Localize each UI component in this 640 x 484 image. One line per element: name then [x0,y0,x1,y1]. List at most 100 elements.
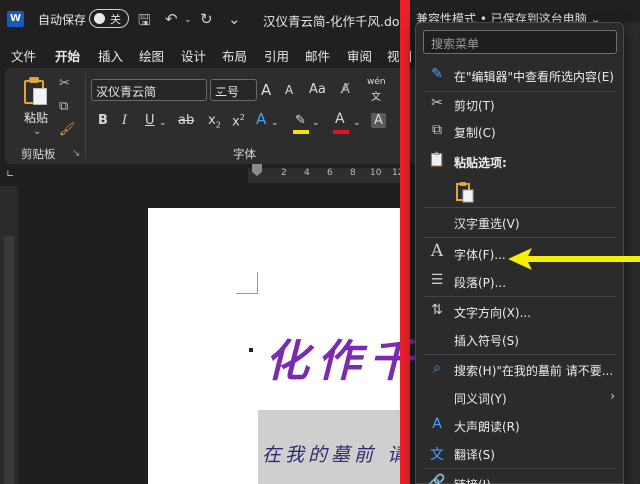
font-size-select[interactable]: 二号 ⌄ [210,79,257,101]
font-color-button[interactable]: A [335,111,345,127]
chevron-down-icon: ⌄ [96,83,107,97]
menu-item-translate[interactable]: 文 翻译(S) [416,439,623,467]
tab-mailings[interactable]: 邮件 [305,46,330,65]
format-painter-icon[interactable]: 🖌 [59,122,76,137]
tab-home[interactable]: 开始 [55,46,80,71]
editor-pen-icon: ✎ [431,66,443,82]
clipboard-page [33,88,47,105]
tab-insert[interactable]: 插入 [98,46,123,65]
font-group-label: 字体 [233,147,256,161]
menu-item-label: 同义词(Y) [454,392,507,406]
strikethrough-button[interactable]: ab [178,113,194,128]
autosave-toggle[interactable]: 关 [89,9,129,28]
paste-dropdown-icon[interactable]: ⌄ [33,126,41,137]
menu-item-cut[interactable]: ✂ 剪切(T) [416,90,623,118]
text-effects-dropdown-icon[interactable]: ⌄ [271,118,279,128]
bold-button[interactable]: B [98,113,108,128]
shrink-font-icon[interactable]: A [285,83,293,97]
char-shading-button[interactable]: A [371,113,386,128]
highlight-icon[interactable]: ✎ [295,113,306,128]
cut-icon: ✂ [431,95,443,111]
menu-search-placeholder: 搜索菜单 [431,37,480,51]
document-title-text[interactable]: 化作千 [265,325,421,389]
ruler-track[interactable]: 2 4 6 8 10 12 [248,168,408,183]
menu-item-search[interactable]: ⌕ 搜索(H)"在我的墓前 请不要... [416,355,623,383]
menu-item-label: 链接(I) [454,476,491,484]
menu-item-label: 剪切(T) [454,99,495,113]
subscript-button[interactable]: x2 [208,113,221,130]
word-app-icon: W [7,11,24,27]
menu-item-text-direction[interactable]: ⇅ 文字方向(X)... [416,297,623,325]
chevron-down-icon: ⌄ [215,83,226,97]
tab-selector-icon[interactable]: ∟ [6,169,14,180]
search-icon: ⌕ [433,360,441,376]
copy-icon[interactable]: ⧉ [59,99,68,114]
tab-file[interactable]: 文件 [11,46,36,65]
clipboard-launcher-icon[interactable]: ↘ [72,148,80,159]
superscript-label: x [232,114,240,130]
text-direction-icon: ⇅ [431,302,443,318]
grow-font-icon[interactable]: A [261,81,271,99]
superscript-button[interactable]: x2 [232,113,245,129]
menu-item-read-aloud[interactable]: A 大声朗读(R) [416,411,623,439]
clipboard-group-label: 剪贴板 [21,147,56,161]
redo-icon[interactable]: ↻ [200,10,213,28]
menu-item-synonyms[interactable]: 同义词(Y) › [416,383,623,411]
paste-icon[interactable] [22,76,48,106]
font-color-bar [333,130,349,134]
font-icon: A [430,241,444,261]
menu-item-copy[interactable]: ⧉ 复制(C) [416,117,623,145]
font-color-dropdown-icon[interactable]: ⌄ [353,118,361,128]
save-icon[interactable]: 🖫 [138,10,151,35]
menu-item-insert-symbol[interactable]: 插入符号(S) [416,325,623,353]
menu-item-reconvert[interactable]: 汉字重选(V) [416,208,623,236]
menu-item-label: 文字方向(X)... [454,306,532,320]
paste-keep-source-icon[interactable] [454,181,476,203]
ruler-number: 10 [370,168,382,178]
vertical-ruler [0,186,18,484]
menu-item-label: 复制(C) [454,126,496,140]
paste-button-label[interactable]: 粘贴 [24,109,48,126]
ruler-number: 2 [281,168,287,178]
underline-button[interactable]: U [145,113,155,128]
highlight-dropdown-icon[interactable]: ⌄ [312,118,320,128]
autosave-label: 自动保存 [38,13,87,27]
tab-layout[interactable]: 布局 [222,46,247,65]
document-title: 汉仪青云简-化作千风.docx [263,14,414,29]
group-divider [85,74,86,158]
ruler-number: 8 [350,168,356,178]
margin-corner-mark [236,272,258,294]
customize-toolbar-icon[interactable]: ⌄ [228,10,241,28]
italic-button[interactable]: I [122,113,127,128]
ruler-number: 6 [327,168,333,178]
tab-review[interactable]: 审阅 [347,46,372,65]
cut-icon[interactable]: ✂ [59,76,70,91]
menu-item-label: 搜索(H)"在我的墓前 请不要... [454,364,614,378]
annotation-arrow-icon [508,246,640,272]
menu-item-view-in-editor[interactable]: ✎ 在"编辑器"中查看所选内容(E) [416,61,623,89]
undo-dropdown-icon[interactable]: ⌄ [184,15,192,25]
font-name-select[interactable]: 汉仪青云简 ⌄ [91,79,207,101]
menu-item-label: 粘贴选项: [454,156,507,170]
document-page[interactable]: 化作千 在我的墓前 请 [148,208,413,484]
selected-paragraph[interactable]: 在我的墓前 请 [258,410,408,484]
clear-format-icon[interactable]: A̸ [341,82,350,97]
read-aloud-icon: A [432,416,442,432]
menu-item-label: 插入符号(S) [454,334,519,348]
phonetic-guide-icon[interactable]: wén [367,77,386,87]
tab-design[interactable]: 设计 [181,46,206,65]
phonetic-guide-glyph: 文 [371,92,381,103]
tab-draw[interactable]: 绘图 [139,46,164,65]
translate-icon: 文 [430,447,444,463]
ruler-number: 4 [304,168,310,178]
text-effects-button[interactable]: A [256,110,266,128]
change-case-icon[interactable]: Aa [309,82,326,97]
underline-dropdown-icon[interactable]: ⌄ [159,118,167,128]
highlight-color-bar [293,130,309,134]
undo-icon[interactable]: ↶ [165,10,178,28]
chevron-right-icon: › [610,389,615,403]
menu-item-link[interactable]: 🔗 链接(I) [416,469,623,484]
tab-references[interactable]: 引用 [264,46,289,65]
menu-search-input[interactable]: 搜索菜单 [423,30,617,54]
highlight-frame [400,0,410,484]
